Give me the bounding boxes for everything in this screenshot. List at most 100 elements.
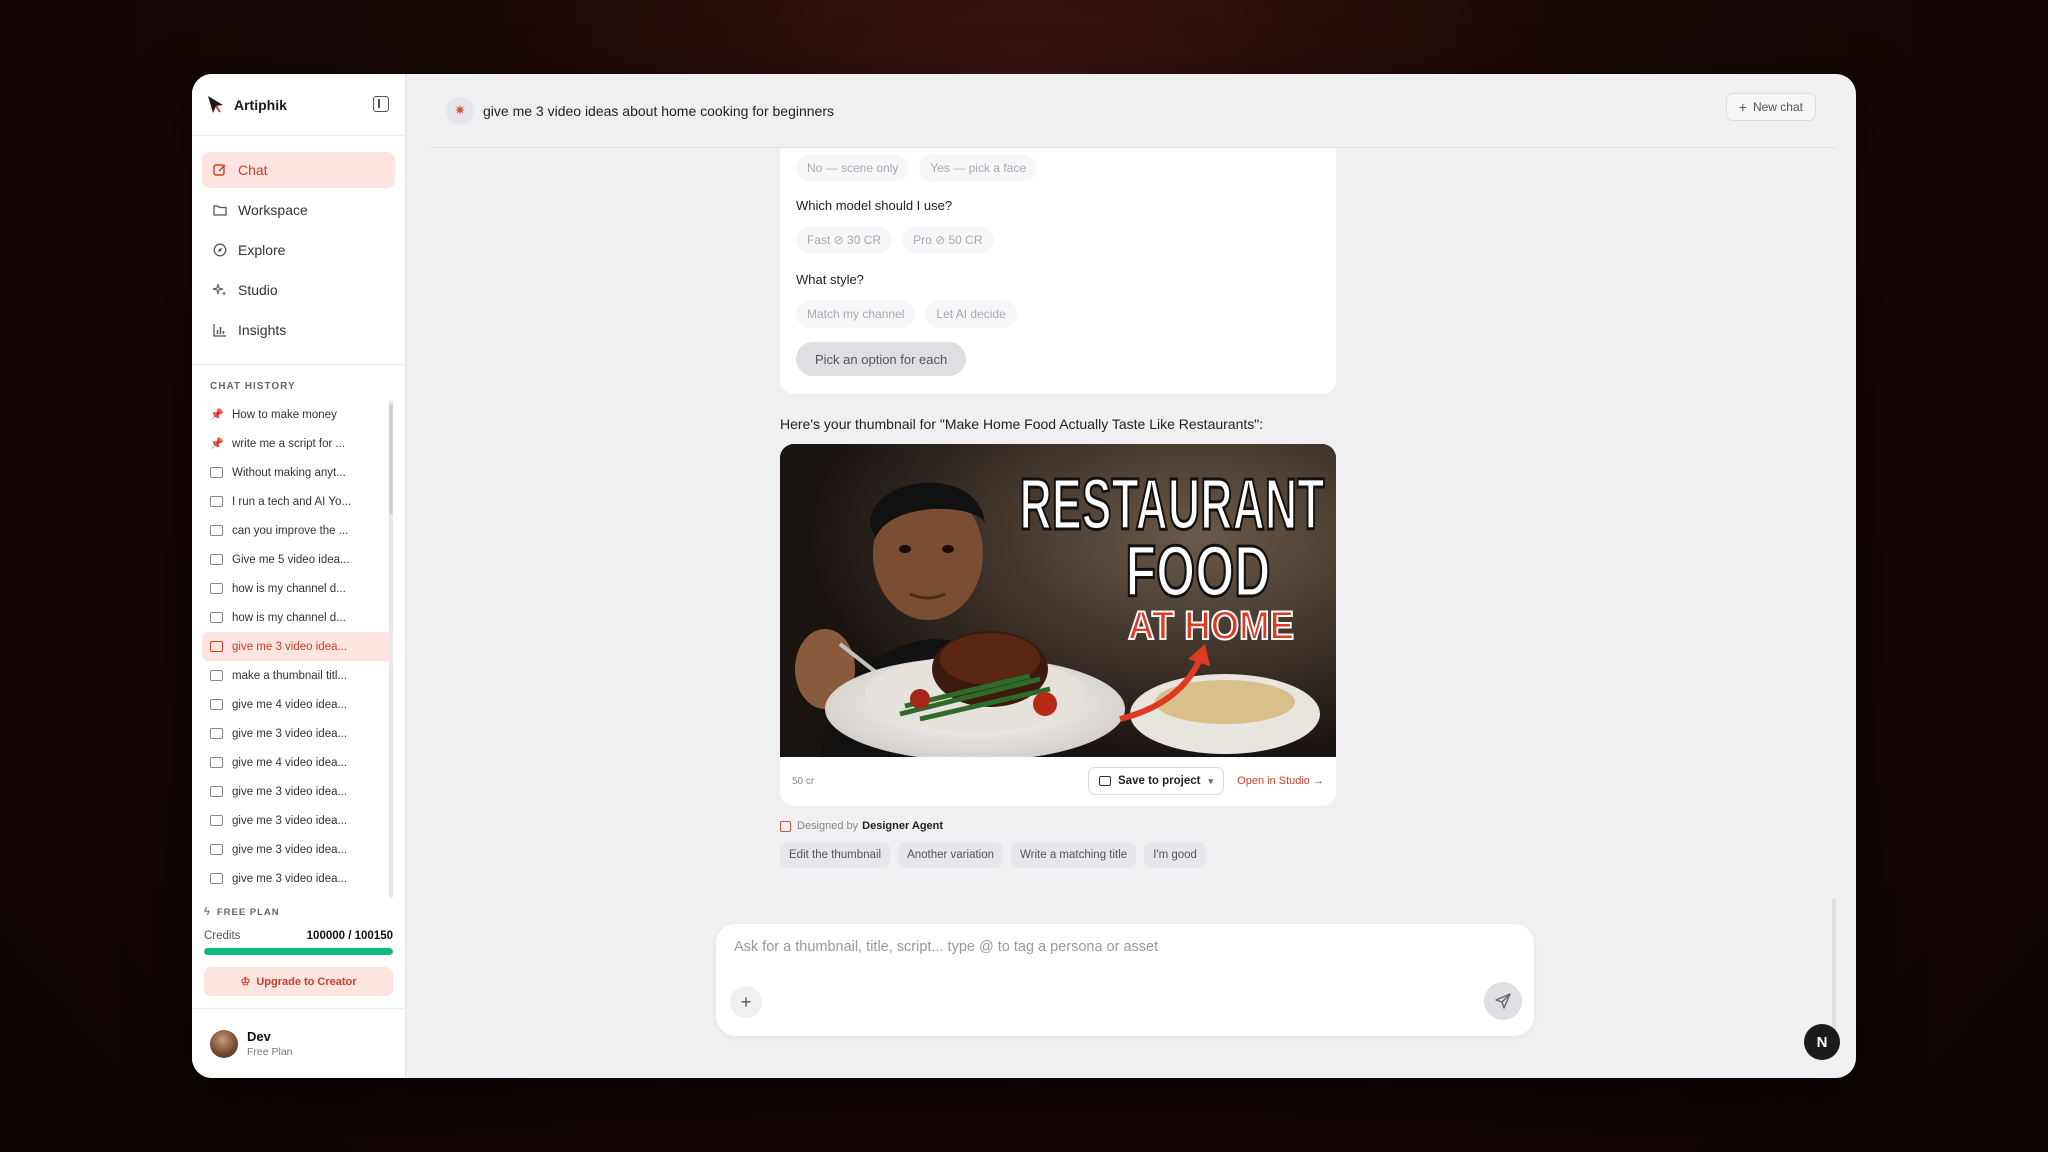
nav-item-studio[interactable]: Studio [202,272,395,308]
sparkles-icon [212,282,228,298]
crown-icon: ♔ [240,976,251,988]
chat-bubble-icon [210,844,223,855]
chat-history-item[interactable]: 📌 write me a script for ... [202,429,393,458]
credits-label: Credits [204,930,241,942]
nav-item-explore[interactable]: Explore [202,232,395,268]
nav-label: Insights [238,322,287,338]
credits-progress-bar [204,948,393,955]
open-in-studio-link[interactable]: Open in Studio → [1237,775,1324,787]
plan-panel: ϟ FREE PLAN Credits 100000 / 100150 ♔ Up… [192,898,405,996]
submit-options-button[interactable]: Pick an option for each [796,342,967,376]
question-style: What style? [796,272,864,287]
option-chip[interactable]: Let AI decide [925,300,1017,328]
chat-history-label: How to make money [232,408,337,421]
chat-history-item[interactable]: give me 4 video idea... [202,690,393,719]
credits-row: Credits 100000 / 100150 [204,930,393,942]
option-row-face: No — scene only Yes — pick a face [796,154,1037,182]
chat-bubble-icon [210,670,223,681]
app-window: Artiphik Chat Workspace Explore Studio I… [192,74,1856,1078]
user-profile[interactable]: Dev Free Plan [192,1008,406,1078]
option-chip[interactable]: Fast ⊘ 30 CR [796,226,893,254]
chat-history-label: write me a script for ... [232,437,346,450]
chat-bubble-icon [210,583,223,594]
chat-history-label: can you improve the ... [232,524,349,537]
agent-icon [780,820,791,832]
chat-history-title: CHAT HISTORY [210,381,296,392]
plus-icon: + [740,991,752,1012]
chat-history-item[interactable]: Without making anyt... [202,458,393,487]
compass-icon [212,242,228,258]
option-chip[interactable]: No — scene only [796,154,910,182]
chat-scrollbar[interactable] [1832,898,1836,1038]
plan-label: ϟ FREE PLAN [204,906,280,918]
chat-history-item[interactable]: give me 3 video idea... [202,777,393,806]
chat-history-label: how is my channel d... [232,611,346,624]
chat-bubble-icon [210,467,223,478]
chat-history-label: give me 3 video idea... [232,872,348,885]
message-input[interactable] [734,939,1494,955]
help-badge[interactable]: N [1804,1024,1840,1060]
history-scrollbar[interactable] [389,400,393,898]
credits-value: 100000 / 100150 [306,930,393,942]
chat-history-item[interactable]: make a thumbnail titl... [202,661,393,690]
option-chip[interactable]: Yes — pick a face [919,154,1037,182]
nav-label: Explore [238,242,286,258]
suggestion-chip[interactable]: I'm good [1144,842,1206,868]
user-plan: Free Plan [247,1046,293,1058]
nav-item-chat[interactable]: Chat [202,152,395,188]
chat-history-label: give me 4 video idea... [232,698,348,711]
chat-bubble-icon [210,699,223,710]
attach-button[interactable]: + [730,986,762,1018]
nav-item-insights[interactable]: Insights [202,312,395,348]
chat-history-item[interactable]: 📌 How to make money [202,400,393,429]
chat-history-item[interactable]: give me 3 video idea... [202,835,393,864]
chat-title: give me 3 video ideas about home cooking… [483,102,834,119]
chat-bubble-icon [210,612,223,623]
brand-name: Artiphik [234,96,287,113]
chevron-down-icon: ▾ [1208,775,1213,786]
nav-label: Workspace [238,202,308,218]
sidebar-header: Artiphik [192,74,405,136]
nav-item-workspace[interactable]: Workspace [202,192,395,228]
chat-bubble-icon [210,815,223,826]
chat-history-label: give me 3 video idea... [232,785,348,798]
chat-history-item[interactable]: how is my channel d... [202,603,393,632]
option-chip[interactable]: Pro ⊘ 50 CR [902,226,994,254]
bolt-icon: ϟ [204,906,211,918]
chat-history-label: give me 3 video idea... [232,640,348,653]
suggestion-chip[interactable]: Edit the thumbnail [780,842,891,868]
thumbnail-art: RESTAURANT FOOD AT HOME [780,444,1336,757]
suggestion-chip[interactable]: Another variation [898,842,1004,868]
avatar [210,1029,238,1058]
chat-history-label: I run a tech and AI Yo... [232,495,351,508]
pin-icon: 📌 [210,409,224,421]
chat-main: ✷ give me 3 video ideas about home cooki… [406,74,1856,1078]
chat-history-item[interactable]: give me 4 video idea... [202,748,393,777]
sidebar: Artiphik Chat Workspace Explore Studio I… [192,74,406,1078]
sidebar-toggle-icon[interactable] [373,96,389,112]
option-chip[interactable]: Match my channel [796,300,916,328]
chat-bubble-icon [210,525,223,536]
thumbnail-image[interactable]: RESTAURANT FOOD AT HOME [780,444,1336,757]
chat-history-item[interactable]: Give me 5 video idea... [202,545,393,574]
chat-history-item[interactable]: give me 3 video idea... [202,864,393,893]
chat-history-list: 📌 How to make money 📌 write me a script for… [192,400,405,898]
folder-icon [1099,776,1112,786]
bar-chart-icon [212,322,228,338]
chat-history-item[interactable]: give me 3 video idea... [202,632,393,661]
new-chat-button[interactable]: + New chat [1725,93,1816,121]
suggestion-chip[interactable]: Write a matching title [1011,842,1137,868]
chat-history-item[interactable]: I run a tech and AI Yo... [202,487,393,516]
options-card: No — scene only Yes — pick a face Which … [780,148,1336,394]
chat-history-item[interactable]: how is my channel d... [202,574,393,603]
upgrade-button[interactable]: ♔ Upgrade to Creator [204,967,393,996]
nav-label: Chat [238,162,268,178]
chat-bubble-icon [210,728,223,739]
send-button[interactable] [1484,982,1522,1020]
thumbnail-caption: Here's your thumbnail for "Make Home Foo… [780,416,1264,432]
chat-history-item[interactable]: give me 3 video idea... [202,719,393,748]
chat-history-item[interactable]: can you improve the ... [202,516,393,545]
save-to-project-button[interactable]: Save to project ▾ [1088,767,1224,795]
chat-history-item[interactable]: give me 3 video idea... [202,806,393,835]
question-model: Which model should I use? [796,198,953,213]
